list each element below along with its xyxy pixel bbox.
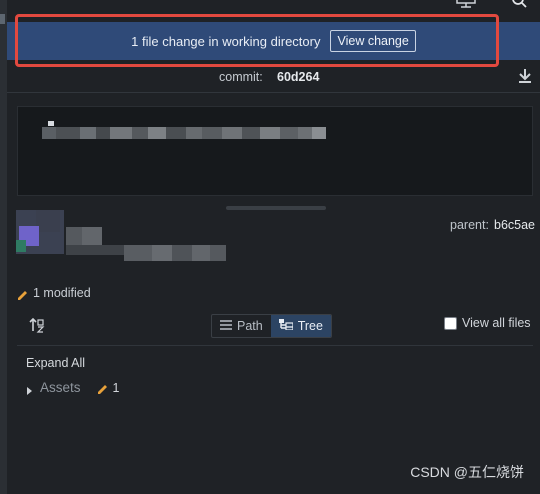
pencil-icon xyxy=(17,288,28,300)
view-all-files-checkbox[interactable] xyxy=(444,316,457,330)
path-view-label: Path xyxy=(237,319,263,333)
view-all-files-toggle[interactable]: View all files xyxy=(444,316,531,330)
list-icon xyxy=(220,319,232,333)
path-view-button[interactable]: Path xyxy=(212,315,271,337)
commit-panel: 1 file change in working directory View … xyxy=(0,0,540,494)
download-icon[interactable] xyxy=(518,68,532,84)
commit-header: commit: 60d264 xyxy=(7,64,540,90)
monitor-icon[interactable] xyxy=(455,0,477,12)
tree-view-label: Tree xyxy=(297,319,323,333)
view-change-button[interactable]: View change xyxy=(330,30,416,52)
expand-all-button[interactable]: Expand All xyxy=(26,356,85,370)
view-mode-toggle: Path Tree xyxy=(211,314,332,338)
search-icon[interactable] xyxy=(510,0,532,12)
commit-message[interactable] xyxy=(17,106,533,196)
sort-icon[interactable] xyxy=(29,317,45,333)
author-info xyxy=(66,225,226,263)
tree-view-button[interactable]: Tree xyxy=(270,315,331,337)
view-all-files-label: View all files xyxy=(462,316,531,330)
pixelated-message-image xyxy=(42,121,326,139)
parent-label: parent: xyxy=(450,218,489,232)
avatar xyxy=(16,210,64,254)
commit-sha[interactable]: 60d264 xyxy=(277,70,319,84)
folder-name: Assets xyxy=(40,380,81,395)
edge-marker xyxy=(0,14,5,24)
caret-right-icon[interactable] xyxy=(26,383,34,395)
tree-icon xyxy=(278,319,294,333)
banner-message: 1 file change in working directory xyxy=(131,33,321,49)
divider xyxy=(17,345,533,346)
pixelated-author-image xyxy=(66,227,226,261)
modified-file-count: 1 xyxy=(112,380,120,395)
tree-folder-row[interactable]: Assets 1 xyxy=(26,380,119,395)
left-edge xyxy=(0,0,7,494)
commit-message-text xyxy=(30,117,330,143)
modified-count: 1 modified xyxy=(33,286,91,300)
watermark: CSDN @五仁烧饼 xyxy=(410,464,524,480)
resize-handle[interactable] xyxy=(226,206,326,210)
parent-sha[interactable]: b6c5ae xyxy=(494,218,535,232)
commit-label: commit: xyxy=(219,70,263,84)
pencil-icon xyxy=(97,382,108,394)
working-directory-banner: 1 file change in working directory View … xyxy=(7,22,540,60)
changes-summary: 1 modified xyxy=(17,286,91,300)
top-toolbar xyxy=(7,0,540,22)
divider xyxy=(7,92,540,93)
